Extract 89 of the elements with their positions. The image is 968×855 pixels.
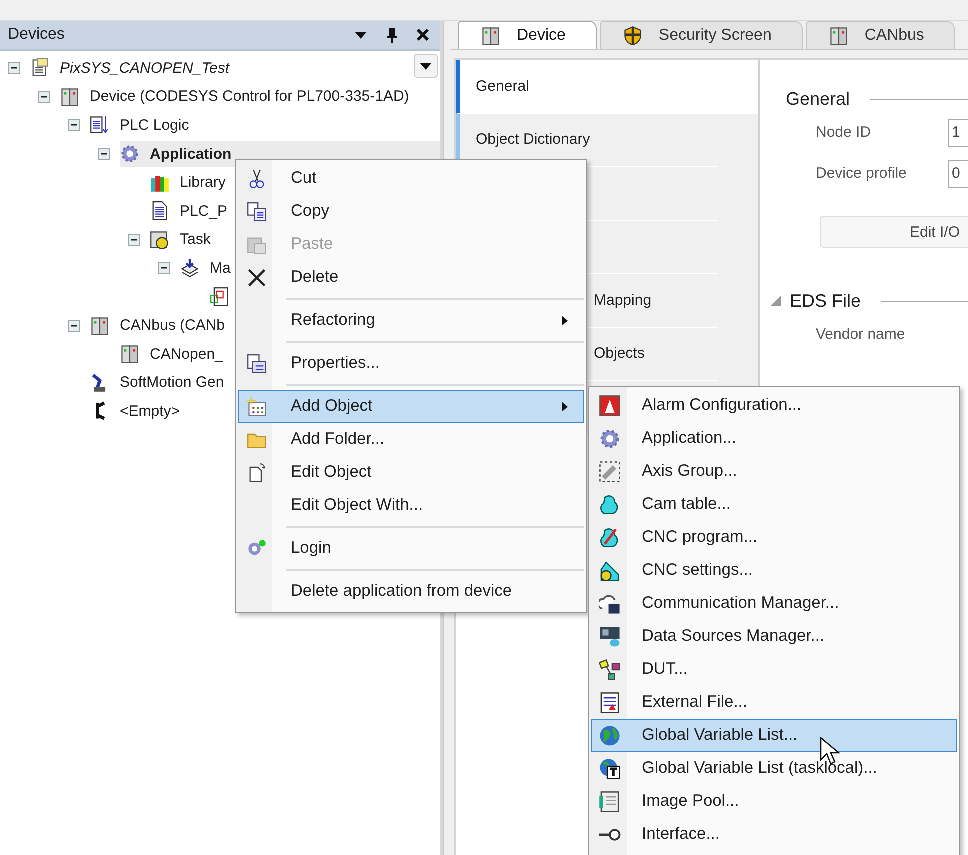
close-icon[interactable]: [416, 28, 430, 42]
menu-item[interactable]: Cam table...: [591, 488, 957, 521]
properties-icon: [247, 354, 267, 374]
editor-tab[interactable]: Device: [458, 21, 597, 49]
delete-icon: [247, 268, 267, 288]
gear-icon: [120, 144, 140, 164]
task-config-icon: [150, 230, 170, 250]
shield-icon: [622, 26, 643, 46]
collapse-toggle[interactable]: [38, 90, 50, 103]
menu-item[interactable]: Edit Object: [238, 456, 584, 489]
panel-title: Devices: [8, 26, 66, 44]
collapse-triangle-icon[interactable]: [770, 295, 782, 307]
collapse-toggle[interactable]: [158, 262, 170, 274]
menu-item[interactable]: CNC settings...: [591, 554, 957, 587]
tree-item[interactable]: PLC Logic: [90, 112, 192, 138]
cnc-icon: [599, 526, 621, 548]
device-icon: [120, 344, 140, 364]
tree-item[interactable]: PixSYS_CANOPEN_Test: [30, 55, 232, 82]
dut-icon: [599, 658, 621, 680]
copy-icon: [247, 202, 267, 222]
group-title: General: [786, 88, 850, 110]
editor-tab[interactable]: Security Screen: [600, 21, 803, 49]
globe-icon: [599, 758, 621, 780]
menu-item[interactable]: Global Variable List...: [591, 719, 957, 752]
menu-item[interactable]: Interface...: [591, 818, 957, 851]
tree-item[interactable]: Task: [150, 226, 213, 253]
tree-item[interactable]: SoftMotion Gen: [90, 370, 226, 396]
collapse-toggle[interactable]: [8, 62, 20, 74]
edit-icon: [247, 462, 267, 482]
file-icon: [599, 692, 621, 714]
menu-item[interactable]: Edit Object With...: [238, 489, 584, 522]
menu-item[interactable]: DUT...: [591, 653, 957, 686]
dropdown-icon[interactable]: [354, 30, 368, 40]
tree-item[interactable]: Library: [150, 170, 228, 196]
image-pool-icon: [599, 790, 621, 812]
menu-item[interactable]: Communication Manager...: [591, 587, 957, 620]
tree-item[interactable]: PLC_P: [150, 198, 230, 224]
group-title: EDS File: [790, 290, 862, 312]
device-icon: [90, 316, 110, 336]
menu-item[interactable]: Image Pool...: [591, 785, 957, 818]
menu-item[interactable]: Login: [238, 532, 584, 565]
menu-item[interactable]: Axis Group...: [591, 455, 957, 488]
cloud-icon: [599, 592, 621, 614]
program-icon: [210, 287, 230, 308]
tree-item[interactable]: Ma: [180, 255, 233, 282]
alarm-icon: [599, 394, 621, 416]
tree-item[interactable]: Device (CODESYS Control for PL700-335-1AD): [60, 84, 412, 110]
menu-item[interactable]: External File...: [591, 686, 957, 719]
data-sources-icon: [599, 626, 621, 648]
menu-item[interactable]: Alarm Configuration...: [591, 389, 957, 422]
cnc-settings-icon: [599, 560, 621, 582]
collapse-toggle[interactable]: [128, 234, 140, 246]
menu-item[interactable]: Application...: [591, 422, 957, 455]
plc-logic-icon: [90, 115, 110, 136]
menu-item[interactable]: Data Sources Manager...: [591, 620, 957, 653]
input-field[interactable]: 1: [948, 118, 968, 146]
axis-group-icon: [599, 460, 621, 482]
add-object-icon: [247, 396, 267, 416]
tree-item[interactable]: CANopen_: [120, 341, 226, 368]
field-label: Node ID: [816, 124, 872, 141]
globe-icon: [599, 724, 621, 746]
stack-icon: [180, 258, 200, 278]
document-icon: [150, 201, 170, 222]
project-icon: [30, 58, 50, 78]
menu-item[interactable]: Add Folder...: [238, 423, 584, 456]
tree-item[interactable]: CANbus (CANb: [90, 312, 228, 339]
menu-item[interactable]: Delete application from device: [238, 575, 584, 608]
device-icon: [828, 26, 849, 46]
collapse-toggle[interactable]: [98, 148, 110, 160]
collapse-toggle[interactable]: [68, 320, 80, 332]
input-field[interactable]: 0: [948, 160, 968, 188]
pin-icon[interactable]: [386, 27, 398, 43]
menu-item[interactable]: Copy: [238, 195, 584, 228]
device-icon: [481, 26, 501, 46]
menu-item[interactable]: Add Object: [238, 390, 584, 423]
tree-item[interactable]: <Empty>: [90, 398, 182, 424]
nav-item[interactable]: General: [456, 60, 758, 114]
menu-item[interactable]: Global Variable List (tasklocal)...: [591, 752, 957, 785]
menu-item[interactable]: CNC program...: [591, 521, 957, 554]
gear-icon: [599, 428, 621, 450]
field-label: Device profile: [816, 165, 908, 182]
scissors-icon: [247, 168, 267, 188]
collapse-toggle[interactable]: [68, 119, 80, 132]
device-icon: [60, 86, 80, 107]
cam-icon: [599, 494, 621, 516]
edit-io-button[interactable]: Edit I/O: [820, 216, 968, 248]
editor-tab[interactable]: CANbus: [806, 21, 956, 49]
field-label: Vendor name: [816, 326, 906, 343]
dropdown-button[interactable]: [414, 54, 438, 78]
